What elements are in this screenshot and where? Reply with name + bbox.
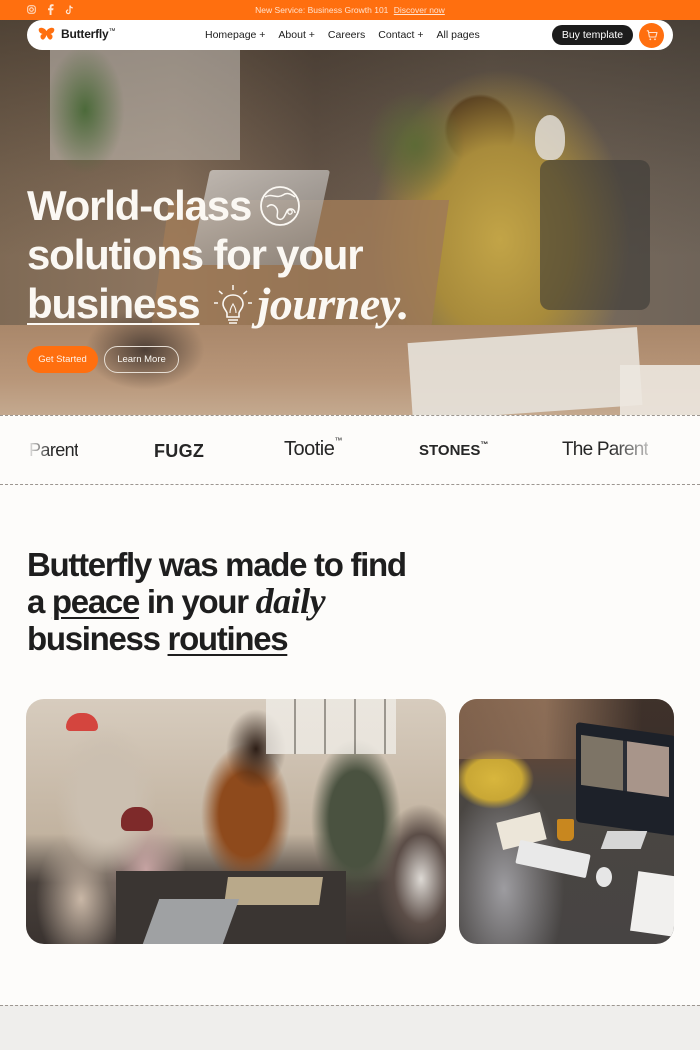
main-nav: Butterfly™ Homepage + About + Careers Co… — [27, 20, 673, 50]
hero-line: solutions for your — [27, 230, 409, 279]
about-line-text: business — [27, 620, 168, 657]
photo-monitor-stand — [600, 831, 648, 849]
client-logo: STONES™ — [419, 440, 489, 459]
nav-item-all-pages[interactable]: All pages — [437, 29, 480, 41]
client-logo-text: Parent — [29, 440, 79, 460]
client-logos-strip: Parent FUGZ Tootie™ STONES™ The Parent — [0, 415, 700, 485]
photo-mug — [557, 819, 574, 841]
nav-menu: Homepage + About + Careers Contact + All… — [205, 29, 493, 41]
hero-line-text: World-class — [27, 182, 252, 229]
client-logo: The Parent — [562, 439, 648, 461]
hero-photo-notebook — [620, 365, 700, 415]
client-logo: Tootie™ — [284, 436, 342, 461]
about-line: Butterfly was made to find — [27, 546, 407, 583]
about-italic-word: daily — [255, 581, 326, 621]
cart-icon — [646, 30, 658, 41]
hero-headline: World-class solutions for your business … — [27, 181, 409, 328]
about-line: a peace in your daily — [27, 581, 406, 621]
hero-line-text: solutions for your — [27, 231, 364, 278]
client-logo-text: Tootie — [284, 438, 335, 460]
hero-photo-chair — [540, 160, 650, 310]
hero-italic-word: journey. — [257, 278, 409, 329]
client-logo: Parent — [29, 440, 78, 461]
client-logo-text: STONES — [419, 442, 481, 459]
about-headline: Butterfly was made to find a peace in yo… — [27, 546, 407, 657]
nav-item-homepage[interactable]: Homepage + — [205, 29, 265, 41]
photo-maroon-beanie — [121, 807, 153, 831]
nav-item-contact[interactable]: Contact + — [378, 29, 423, 41]
next-section — [0, 1005, 700, 1050]
trademark: ™ — [480, 440, 489, 449]
hero-line: business journey. — [27, 279, 409, 328]
buy-template-button[interactable]: Buy template — [552, 25, 633, 45]
nav-item-careers[interactable]: Careers — [328, 29, 365, 41]
photo-red-beanie — [66, 713, 98, 731]
photo-laptop — [142, 899, 240, 944]
hero-line: World-class — [27, 181, 409, 230]
video-call-photo — [459, 699, 674, 944]
announcement-text: New Service: Business Growth 101 Discove… — [0, 5, 700, 15]
announcement-message: New Service: Business Growth 101 — [255, 5, 389, 15]
trademark: ™ — [334, 436, 342, 445]
brand-name: Butterfly™ — [61, 27, 116, 41]
about-underlined-word: peace — [51, 583, 140, 620]
client-logo: FUGZ — [154, 441, 204, 462]
hero-photo-vase — [535, 115, 565, 160]
hero-photo-plant — [45, 45, 125, 175]
about-line-text: a — [27, 583, 52, 620]
discover-now-link[interactable]: Discover now — [394, 5, 445, 15]
photo-pizza-box — [224, 877, 323, 905]
get-started-button[interactable]: Get Started — [27, 346, 98, 373]
photo-windows — [266, 699, 396, 754]
nav-item-about[interactable]: About + — [278, 29, 315, 41]
about-line: business routines — [27, 620, 406, 657]
photo-paper — [630, 871, 674, 937]
photo-keyboard — [515, 839, 591, 879]
hero-photo-notebook — [407, 327, 643, 415]
announcement-bar: New Service: Business Growth 101 Discove… — [0, 0, 700, 20]
trademark: ™ — [108, 28, 116, 35]
brand-logo[interactable]: Butterfly™ — [38, 27, 116, 41]
about-underlined-word: routines — [167, 620, 289, 657]
team-meeting-photo — [26, 699, 446, 944]
photo-mouse — [596, 867, 612, 887]
client-logo-text: FUGZ — [154, 441, 205, 461]
butterfly-icon — [38, 27, 55, 40]
lightbulb-icon — [214, 284, 253, 324]
learn-more-button[interactable]: Learn More — [104, 346, 179, 373]
globe-icon — [260, 185, 301, 226]
brand-text: Butterfly — [61, 27, 109, 41]
hero-underlined-word: business — [27, 280, 201, 327]
cart-button[interactable] — [639, 23, 664, 48]
about-line-text: Butterfly was made to find — [27, 546, 407, 583]
about-line-text: in your — [139, 583, 256, 620]
client-logo-text: The Parent — [562, 439, 648, 460]
